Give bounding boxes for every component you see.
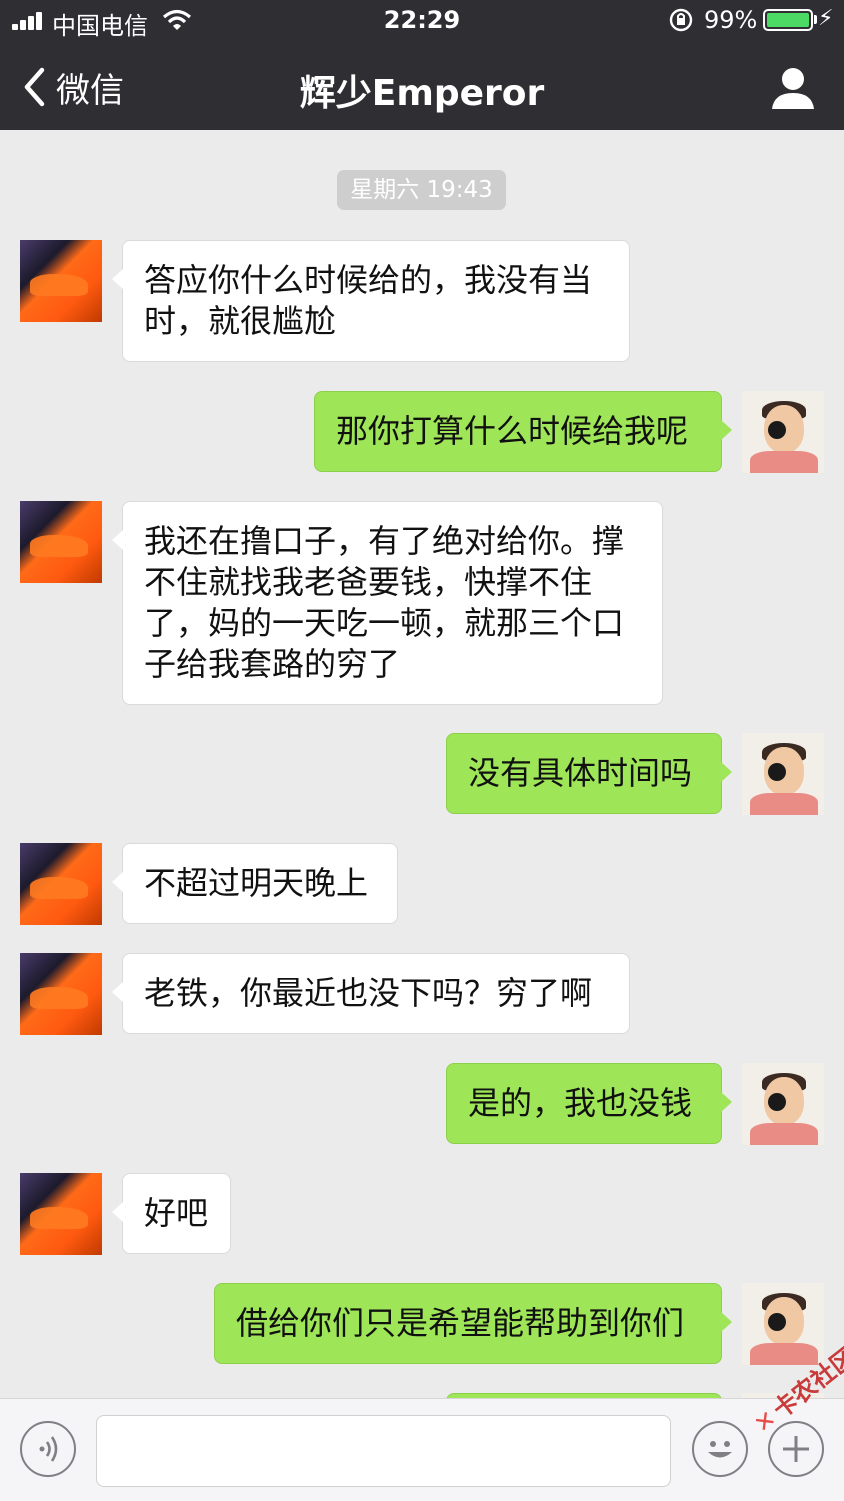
- battery-percent: 99%: [704, 6, 758, 34]
- charging-icon: ⚡: [818, 6, 834, 31]
- emoji-icon[interactable]: [692, 1421, 748, 1477]
- message-bubble[interactable]: 不超过明天晚上: [112, 843, 398, 924]
- voice-wave-icon: [39, 1436, 58, 1462]
- chat-area[interactable]: 星期六 19:43 答应你什么时候给的，我没有当时，就很尴尬 那你打算什么时候给…: [0, 130, 844, 1398]
- status-bar: 中国电信 22:29 99% ⚡: [0, 0, 844, 42]
- my-avatar[interactable]: [742, 1283, 824, 1365]
- message-bubble[interactable]: 没有具体时间吗: [446, 733, 732, 814]
- my-avatar[interactable]: [742, 1063, 824, 1145]
- contact-avatar[interactable]: [20, 1173, 102, 1255]
- message-bubble[interactable]: 是的，我也没钱: [446, 1063, 732, 1144]
- my-avatar[interactable]: [742, 733, 824, 815]
- message-bubble[interactable]: 好吧: [112, 1173, 231, 1254]
- message-input[interactable]: [96, 1415, 671, 1487]
- contact-avatar[interactable]: [20, 501, 102, 583]
- message-bubble[interactable]: 借给你们只是希望能帮助到你们: [214, 1283, 732, 1364]
- input-bar: [0, 1398, 844, 1501]
- message-bubble[interactable]: 答应你什么时候给的，我没有当时，就很尴尬: [112, 240, 630, 362]
- message-bubble[interactable]: 我还在撸口子，有了绝对给你。撑不住就找我老爸要钱，快撑不住了，妈的一天吃一顿，就…: [112, 501, 663, 705]
- contact-avatar[interactable]: [20, 953, 102, 1035]
- voice-icon[interactable]: [20, 1421, 76, 1477]
- top-bar: 中国电信 22:29 99% ⚡ 微信 辉少Emperor: [0, 0, 844, 130]
- my-avatar[interactable]: [742, 391, 824, 473]
- person-icon[interactable]: [770, 66, 816, 110]
- message-timestamp: 星期六 19:43: [337, 170, 506, 210]
- smiley-icon: [708, 1441, 732, 1458]
- battery-nub: [814, 15, 817, 24]
- contact-avatar[interactable]: [20, 843, 102, 925]
- nav-bar: 微信 辉少Emperor: [0, 42, 844, 130]
- rotation-lock-icon: [669, 8, 693, 32]
- contact-avatar[interactable]: [20, 240, 102, 322]
- message-bubble[interactable]: 老铁，你最近也没下吗？穷了啊: [112, 953, 630, 1034]
- battery-icon: [763, 9, 813, 31]
- plus-symbol-icon: [783, 1436, 809, 1462]
- chat-title: 辉少Emperor: [299, 73, 545, 114]
- message-bubble[interactable]: 那你打算什么时候给我呢: [314, 391, 732, 472]
